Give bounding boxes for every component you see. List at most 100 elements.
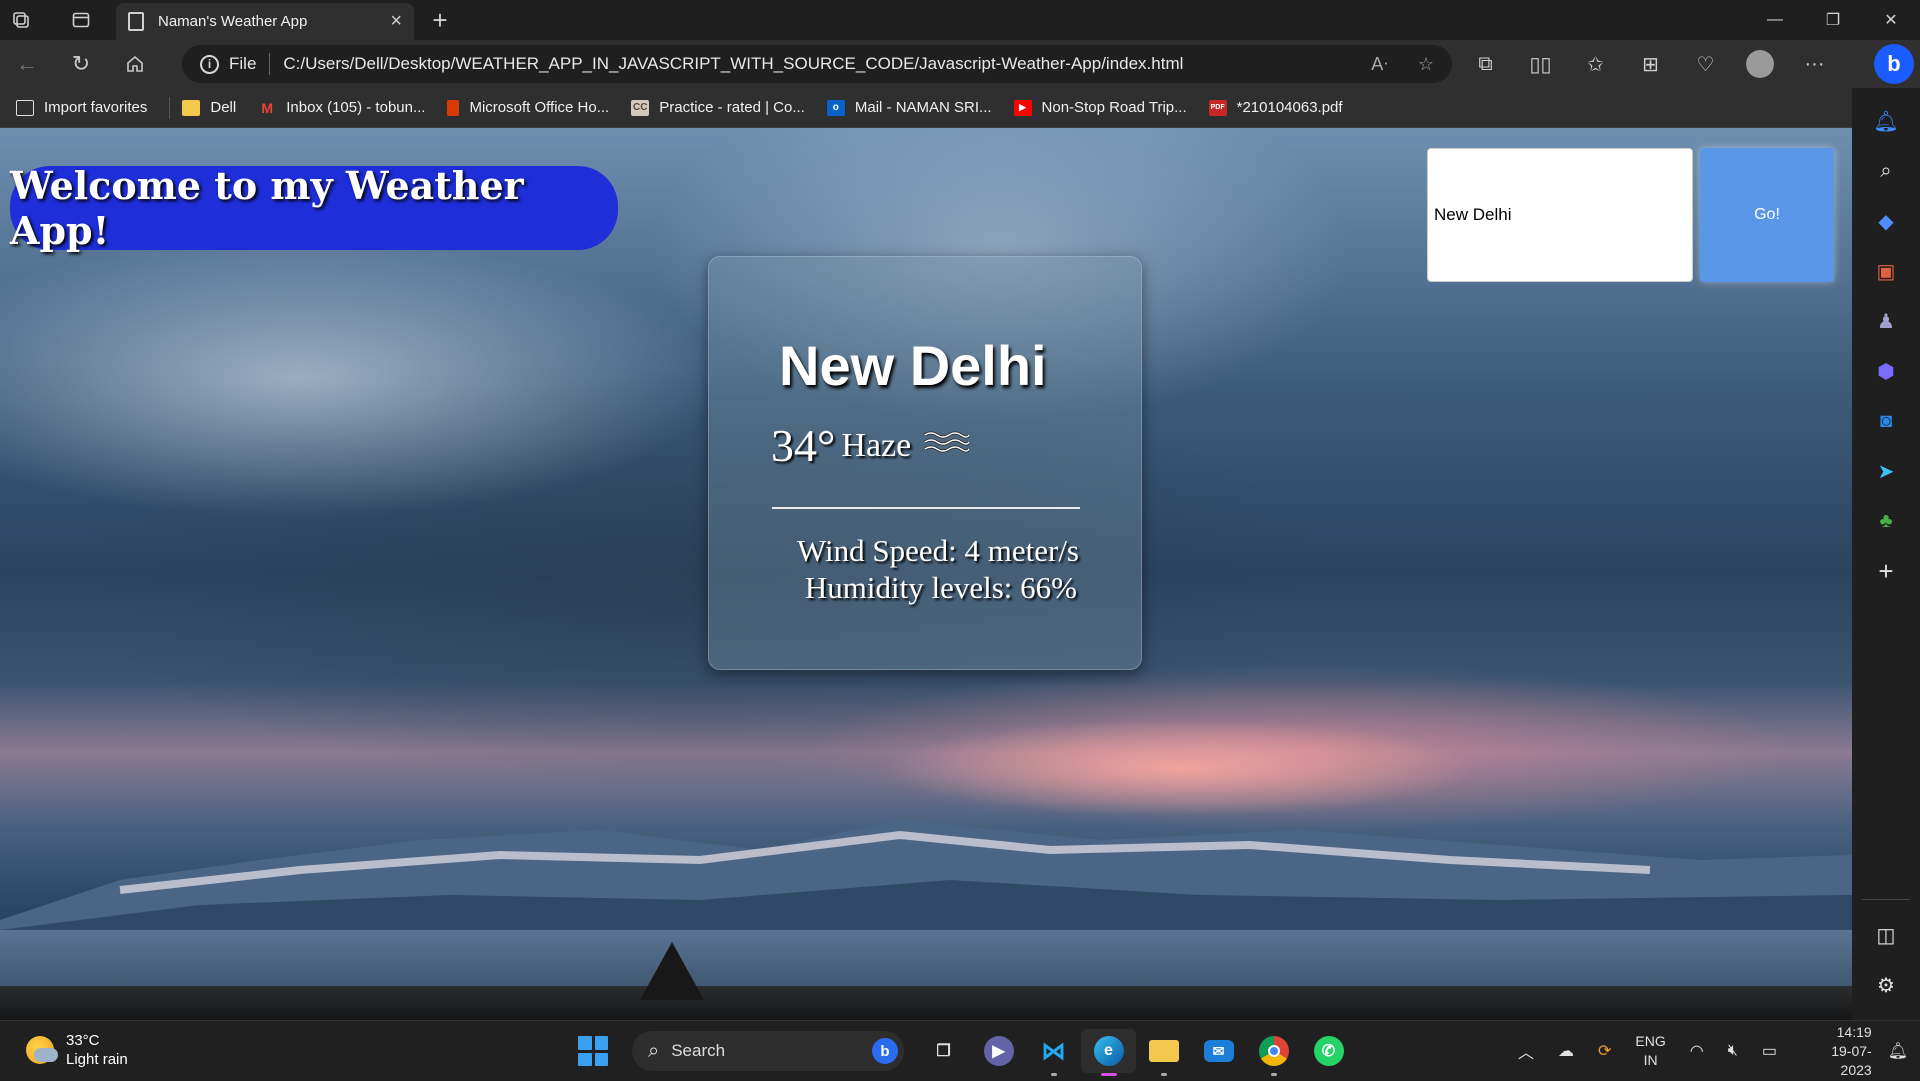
notification-bell-icon[interactable]: 🔔︎ bbox=[1888, 1041, 1908, 1061]
tab-weather-app[interactable]: Naman's Weather App × bbox=[116, 3, 414, 40]
outlook-icon: o bbox=[826, 99, 845, 116]
outlook-icon[interactable]: ◙ bbox=[1866, 401, 1906, 441]
page-icon bbox=[128, 12, 144, 31]
weather-cloud-sun-icon bbox=[26, 1036, 58, 1064]
clock[interactable]: 14:19 19-07-2023 bbox=[1805, 1023, 1871, 1080]
favorite-pdf[interactable]: PDF *210104063.pdf bbox=[1208, 99, 1343, 116]
favorite-youtube[interactable]: ▶ Non-Stop Road Trip... bbox=[1013, 99, 1187, 116]
wifi-icon[interactable]: ◠ bbox=[1690, 1041, 1704, 1061]
chevron-up-icon[interactable]: ︿ bbox=[1518, 1039, 1534, 1063]
tree-icon[interactable]: ♣ bbox=[1866, 501, 1906, 541]
games-icon[interactable]: ♟ bbox=[1866, 301, 1906, 341]
favorite-label: *210104063.pdf bbox=[1236, 99, 1343, 116]
favorites-icon[interactable]: ✩ bbox=[1568, 52, 1623, 77]
new-tab-button[interactable]: + bbox=[420, 0, 460, 40]
taskbar-search-label: Search bbox=[671, 1041, 726, 1060]
edge-icon: e bbox=[1093, 1036, 1124, 1066]
wind-speed: Wind Speed: 4 meter/s bbox=[797, 533, 1079, 568]
taskbar-weather-widget[interactable]: 33°C Light rain bbox=[26, 1031, 128, 1069]
task-view-icon: ❐ bbox=[936, 1043, 951, 1060]
vscode-button[interactable]: ⋈ bbox=[1026, 1029, 1081, 1076]
drop-icon[interactable]: ➤ bbox=[1866, 451, 1906, 491]
add-icon[interactable]: + bbox=[1866, 551, 1906, 591]
city-search-input[interactable] bbox=[1427, 148, 1693, 282]
language-bottom: IN bbox=[1643, 1052, 1658, 1068]
profile-avatar[interactable] bbox=[1746, 50, 1774, 78]
mail-icon: ✉ bbox=[1203, 1040, 1234, 1062]
background-shore bbox=[0, 986, 1852, 1020]
onedrive-cloud-icon[interactable]: ☁ bbox=[1558, 1041, 1574, 1061]
codechef-icon: CC bbox=[631, 99, 650, 116]
weather-description: Haze bbox=[841, 426, 912, 464]
teams-chat-button[interactable]: ▶ bbox=[971, 1029, 1026, 1073]
sync-icon[interactable]: ⟳ bbox=[1598, 1041, 1611, 1061]
windows-taskbar: 33°C Light rain ⌕ Search b ❐ ▶ ⋈ e ✉ ✆ ︿… bbox=[0, 1020, 1920, 1080]
tab-actions-icon[interactable] bbox=[60, 0, 102, 40]
favorite-outlook[interactable]: o Mail - NAMAN SRI... bbox=[826, 99, 992, 116]
read-aloud-icon[interactable]: Aᐧ bbox=[1371, 54, 1388, 75]
mail-button[interactable]: ✉ bbox=[1191, 1029, 1246, 1073]
language-indicator[interactable]: ENG IN bbox=[1635, 1032, 1665, 1070]
folder-icon bbox=[182, 99, 201, 116]
address-separator bbox=[269, 53, 271, 75]
file-explorer-button[interactable] bbox=[1136, 1029, 1191, 1076]
settings-icon[interactable]: ⚙ bbox=[1866, 965, 1906, 1005]
favorite-star-icon[interactable]: ☆ bbox=[1418, 54, 1434, 75]
youtube-icon: ▶ bbox=[1013, 99, 1032, 116]
hide-sidebar-icon[interactable]: ◫ bbox=[1866, 915, 1906, 955]
close-window-icon[interactable]: ✕ bbox=[1862, 0, 1920, 40]
favorite-import[interactable]: Import favorites bbox=[16, 99, 147, 116]
taskbar-weather-temp: 33°C bbox=[66, 1032, 100, 1049]
close-tab-icon[interactable]: × bbox=[390, 10, 402, 33]
edge-button[interactable]: e bbox=[1081, 1029, 1136, 1076]
system-tray: ︿ ☁ ⟳ ENG IN ◠ 🔇︎ ▭ 14:19 19-07-2023 🔔︎ bbox=[1506, 1021, 1920, 1081]
chrome-icon bbox=[1258, 1036, 1289, 1066]
workspaces-icon[interactable] bbox=[0, 0, 42, 40]
running-indicator bbox=[1050, 1073, 1057, 1076]
favorite-label: Non-Stop Road Trip... bbox=[1041, 99, 1187, 116]
minimize-icon[interactable]: — bbox=[1746, 0, 1804, 40]
back-icon[interactable]: ← bbox=[0, 40, 54, 88]
taskbar-weather-desc: Light rain bbox=[66, 1051, 128, 1068]
favorite-label: Inbox (105) - tobun... bbox=[286, 99, 426, 116]
restore-icon[interactable]: ❐ bbox=[1804, 0, 1862, 40]
home-icon[interactable] bbox=[108, 40, 162, 88]
taskbar-search[interactable]: ⌕ Search b bbox=[632, 1031, 904, 1071]
bing-icon: b bbox=[872, 1038, 898, 1064]
taskbar-weather-text: 33°C Light rain bbox=[66, 1031, 128, 1069]
browser-essentials-icon[interactable]: ♡ bbox=[1678, 52, 1733, 77]
favorite-gmail[interactable]: M Inbox (105) - tobun... bbox=[258, 99, 425, 116]
notifications-icon[interactable]: 🔔︎ bbox=[1866, 101, 1906, 141]
battery-icon[interactable]: ▭ bbox=[1762, 1041, 1777, 1061]
go-button[interactable]: Go! bbox=[1700, 148, 1834, 282]
favorite-dell[interactable]: Dell bbox=[182, 99, 236, 116]
chrome-button[interactable] bbox=[1246, 1029, 1301, 1076]
extensions-icon[interactable]: ⧉ bbox=[1458, 53, 1513, 76]
refresh-icon[interactable]: ↻ bbox=[54, 40, 108, 88]
tools-icon[interactable]: ▣ bbox=[1866, 251, 1906, 291]
gmail-icon: M bbox=[261, 99, 274, 116]
address-bar[interactable]: i File C:/Users/Dell/Desktop/WEATHER_APP… bbox=[182, 45, 1452, 83]
whatsapp-button[interactable]: ✆ bbox=[1301, 1029, 1356, 1073]
address-scheme: File bbox=[229, 54, 257, 73]
favorites-bar: Import favorites Dell M Inbox (105) - to… bbox=[0, 88, 1852, 128]
microsoft-365-icon[interactable]: ⬢ bbox=[1866, 351, 1906, 391]
site-info-icon[interactable]: i bbox=[200, 54, 219, 74]
favorite-office[interactable]: Microsoft Office Ho... bbox=[447, 99, 609, 116]
search-icon[interactable]: ⌕ bbox=[1866, 151, 1906, 191]
tab-title: Naman's Weather App bbox=[158, 13, 308, 30]
running-indicator bbox=[1160, 1073, 1167, 1076]
bing-copilot-icon[interactable]: b bbox=[1874, 44, 1914, 84]
more-options-icon[interactable]: ··· bbox=[1787, 53, 1842, 76]
language-top: ENG bbox=[1635, 1033, 1666, 1049]
collections-icon[interactable]: ⊞ bbox=[1623, 52, 1678, 77]
task-view-button[interactable]: ❐ bbox=[916, 1029, 971, 1073]
favorite-codechef[interactable]: CC Practice - rated | Co... bbox=[631, 99, 805, 116]
split-screen-icon[interactable]: ▯▯ bbox=[1513, 52, 1568, 77]
address-url[interactable]: C:/Users/Dell/Desktop/WEATHER_APP_IN_JAV… bbox=[283, 54, 1183, 74]
shopping-icon[interactable]: ◆ bbox=[1866, 201, 1906, 241]
browser-toolbar: ⧉ ▯▯ ✩ ⊞ ♡ ··· bbox=[1458, 40, 1842, 88]
favorite-label: Import favorites bbox=[44, 99, 148, 116]
start-button[interactable] bbox=[578, 1036, 608, 1066]
volume-muted-icon[interactable]: 🔇︎ bbox=[1728, 1042, 1738, 1060]
